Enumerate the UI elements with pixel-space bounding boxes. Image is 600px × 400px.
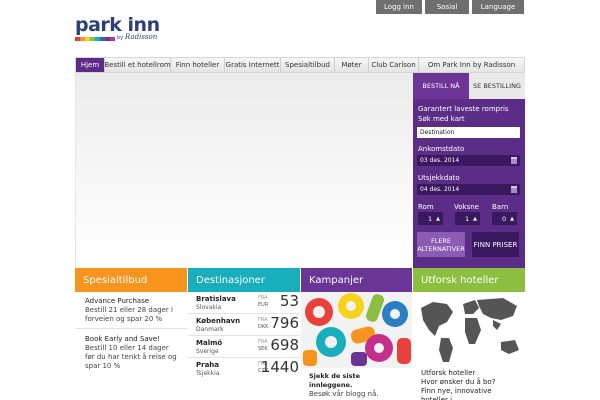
children-value: 0 [502,214,507,223]
arrival-label: Ankomstdato [418,145,465,153]
tab-view-booking[interactable]: SE BESTILLING [469,73,525,99]
campaign-image[interactable] [301,292,412,368]
destination-row[interactable]: Praha Tsjekkia FRA CZK 1440 [188,358,300,380]
destination-country: Slovakia [196,304,222,311]
tab-book-now[interactable]: BESTILL NÅ [413,73,469,99]
park-inn-logo[interactable]: park inn by Radisson [75,14,185,48]
find-prices-button[interactable]: FINN PRISER [472,232,519,257]
logo-by: by [117,35,124,41]
destination-price: 698 [270,336,299,354]
destinations-tile: Destinasjoner Bratislava Slovakia FRA EU… [188,268,300,400]
nav-item-club-carlson[interactable]: Club Carlson [369,58,419,72]
departure-date-value: 04 des. 2014 [420,186,460,193]
calendar-icon[interactable] [511,157,517,164]
destination-row[interactable]: Malmö Sverige FRA SEK 698 [188,336,300,358]
nav-item-home[interactable]: Hjem [76,58,105,72]
rooms-value: 1 [428,214,433,223]
destination-city: Bratislava [196,295,236,303]
price-from-label: FRA [258,317,268,323]
offer-title[interactable]: Book Early and Save! [85,335,179,344]
calendar-icon[interactable] [511,186,517,193]
children-label: Barn [492,203,509,211]
spinner-icon: ▲ [436,215,440,222]
explore-hotels-tile: Utforsk hoteller Utforsk hoteller Hvor ø… [413,268,525,400]
rooms-label: Rom [418,203,434,211]
map-search-link[interactable]: Søk med kart [418,115,465,123]
special-offers-tile: Spesialtilbud Advance Purchase Bestill 2… [75,268,187,400]
world-map-image [413,292,525,366]
spinner-icon: ▲ [510,215,514,222]
children-select[interactable]: 0 ▲ [492,212,517,225]
price-currency: EUR [258,302,269,308]
price-from-label: FRA [258,339,268,345]
offer-item[interactable]: Book Early and Save! Bestill 10 eller 14… [75,329,187,375]
destination-city: Praha [196,361,220,369]
campaigns-tile: Kampanjer Sjekk de siste innleggene. Bes… [301,268,412,400]
destination-country: Danmark [196,326,224,333]
departure-label: Utsjekkdato [418,174,460,182]
destination-country: Sverige [196,348,219,355]
campaign-headline[interactable]: Sjekk de siste innleggene. [309,372,404,390]
destination-price: 53 [279,292,299,310]
destination-input[interactable]: Destination [417,127,520,138]
nav-item-free-internet[interactable]: Gratis Internett [225,58,281,72]
destination-row[interactable]: Bratislava Slovakia FRA EUR 53 [188,292,300,314]
explore-hotels-title[interactable]: Utforsk hoteller [413,268,525,292]
campaign-text[interactable]: Sjekk de siste innleggene. Besøk vår blo… [301,368,412,400]
offer-description: Bestill 21 eller 28 dager i forveien og … [85,306,173,323]
adults-label: Voksne [454,203,479,211]
main-navigation: Hjem Bestill et hotellrom Finn hoteller … [75,57,525,73]
language-button[interactable]: Language [472,0,524,14]
offer-item[interactable]: Advance Purchase Bestill 21 eller 28 dag… [75,292,187,329]
rooms-select[interactable]: 1 ▲ [418,212,443,225]
price-currency: DKK [258,324,269,330]
toy-letters-image [301,292,412,368]
nav-item-book-room[interactable]: Bestill et hotellrom [104,58,171,72]
logo-radisson: Radisson [125,33,158,41]
world-map[interactable] [413,292,525,366]
top-utility-bar: Logg inn Sosial Language [376,0,524,14]
offer-description: Bestill 10 eller 14 dager før du har ten… [85,344,177,370]
arrival-date-field[interactable]: 03 des. 2014 [417,155,520,166]
hero-banner [75,73,413,268]
campaigns-title[interactable]: Kampanjer [301,268,412,292]
spinner-icon: ▲ [473,215,477,222]
logo-color-stripe [75,37,115,41]
arrival-date-value: 03 des. 2014 [420,157,460,164]
more-options-button[interactable]: FLERE ALTERNATIVER [417,232,465,257]
explore-text: Utforsk hoteller Hvor ønsker du å bo? Fi… [413,366,525,400]
login-button[interactable]: Logg inn [376,0,422,14]
explore-description: Finn nye, innovative hoteller i [421,387,492,400]
adults-value: 1 [465,214,470,223]
destination-country: Tsjekkia [196,370,220,377]
nav-item-about[interactable]: Om Park Inn by Radisson [419,58,524,72]
explore-link[interactable]: Utforsk hoteller [421,369,517,378]
destination-row[interactable]: København Danmark FRA DKK 796 [188,314,300,336]
price-currency: SEK [258,346,268,352]
campaign-body: Besøk vår blogg nå. [309,390,379,398]
explore-question: Hvor ønsker du å bo? [421,378,496,386]
lowest-price-guarantee[interactable]: Garantert laveste rompris [418,105,509,113]
destination-city: Malmö [196,339,223,347]
special-offers-title[interactable]: Spesialtilbud [75,268,187,292]
nav-item-find-hotels[interactable]: Finn hoteller [171,58,225,72]
adults-select[interactable]: 1 ▲ [455,212,480,225]
nav-item-special-offers[interactable]: Spesialtilbud [281,58,335,72]
booking-tabs: BESTILL NÅ SE BESTILLING [413,73,525,99]
social-button[interactable]: Sosial [425,0,469,14]
price-from-label: FRA [258,295,268,301]
booking-panel: BESTILL NÅ SE BESTILLING Garantert laves… [413,73,525,268]
destination-city: København [196,317,241,325]
destinations-title[interactable]: Destinasjoner [188,268,300,292]
offer-title[interactable]: Advance Purchase [85,297,179,306]
departure-date-field[interactable]: 04 des. 2014 [417,184,520,195]
destination-price: 796 [270,314,299,332]
destination-price: 1440 [260,358,299,376]
nav-item-meetings[interactable]: Møter [335,58,369,72]
